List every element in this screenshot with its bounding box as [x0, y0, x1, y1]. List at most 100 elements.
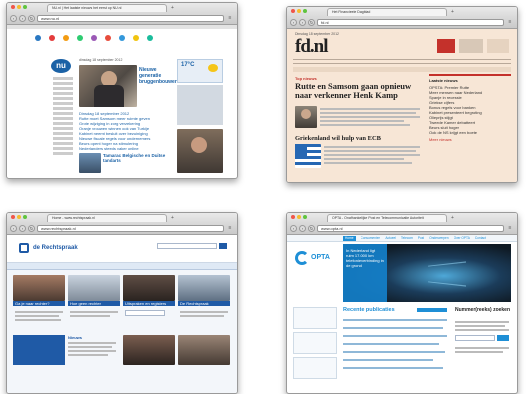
card[interactable]: De Rechtspraak — [178, 275, 230, 306]
number-search-input[interactable] — [455, 335, 495, 341]
section-nav[interactable] — [293, 59, 511, 64]
address-bar[interactable]: www.nu.nl — [37, 15, 224, 22]
page-content: de Rechtspraak Ga je naar rechter? Hoe g… — [7, 235, 237, 393]
story-headline[interactable]: Tamarac Belgische en Duitse tandarts — [103, 153, 175, 163]
hero-banner[interactable]: In Nederland ligt ruim 17.000 km telefon… — [343, 244, 511, 302]
main-nav[interactable] — [7, 263, 237, 270]
hero-photo[interactable] — [79, 65, 137, 107]
sub-nav[interactable] — [293, 67, 511, 72]
browser-tab[interactable]: OPTA - Onafhankelijke Post en Telecommun… — [327, 214, 447, 222]
sidebar-box[interactable] — [293, 332, 337, 354]
logo-mark-icon — [19, 243, 29, 253]
card[interactable]: Ga je naar rechter? — [13, 275, 65, 306]
new-tab-icon[interactable]: + — [451, 9, 454, 15]
sidebar-box[interactable] — [293, 357, 337, 379]
weather-widget: 17°C — [177, 59, 223, 83]
nav-item[interactable]: Onderwerpen — [429, 236, 448, 241]
new-tab-icon[interactable]: + — [451, 215, 454, 221]
wrench-icon[interactable]: ≡ — [226, 225, 234, 232]
greek-flag-photo[interactable] — [295, 144, 321, 168]
reload-icon[interactable]: ↻ — [28, 15, 35, 22]
sidebar-heading: Nummer(reeks) zoeken — [455, 307, 511, 313]
reload-icon[interactable]: ↻ — [308, 19, 315, 26]
latest-panel: Laatste nieuws OPSTA: Premier Rutte Meer… — [429, 74, 511, 142]
more-news-link[interactable]: Meer nieuws — [429, 137, 511, 142]
sidebar-box[interactable] — [293, 307, 337, 329]
rss-button[interactable] — [417, 308, 447, 312]
shortcut-icon[interactable] — [77, 35, 83, 41]
latest-item[interactable]: Ook de NS krijgt een boete — [429, 130, 511, 135]
address-bar[interactable]: www.opta.nl — [317, 225, 504, 232]
card[interactable]: Uitspraken en registers — [123, 275, 175, 306]
side-photo[interactable] — [177, 129, 223, 173]
site-logo[interactable]: de Rechtspraak — [33, 244, 78, 252]
search-button[interactable] — [219, 243, 227, 249]
address-bar[interactable]: www.rechtspraak.nl — [37, 225, 224, 232]
sub-headline[interactable]: Griekenland wil hulp van ECB — [295, 135, 423, 142]
search-input[interactable] — [157, 243, 217, 249]
reload-icon[interactable]: ↻ — [308, 225, 315, 232]
back-icon[interactable]: ‹ — [10, 225, 17, 232]
recent-heading: Recente publicaties — [343, 307, 395, 313]
main-headline[interactable]: Rutte en Samsom gaan opnieuw naar verken… — [295, 82, 423, 100]
hero-headline[interactable]: Nieuwe generatie bruggenbouwers — [139, 67, 180, 85]
search-button[interactable] — [497, 335, 509, 341]
shortcut-icon[interactable] — [105, 35, 111, 41]
nav-item[interactable]: Consumenten — [361, 236, 381, 241]
shortcut-icon[interactable] — [119, 35, 125, 41]
promo-ad[interactable] — [459, 39, 483, 53]
nav-item[interactable]: Telecom — [401, 236, 413, 241]
new-tab-icon[interactable]: + — [171, 215, 174, 221]
back-icon[interactable]: ‹ — [290, 19, 297, 26]
nav-item[interactable]: Actueel — [385, 236, 396, 241]
reload-icon[interactable]: ↻ — [28, 225, 35, 232]
shortcut-icon[interactable] — [91, 35, 97, 41]
forward-icon[interactable]: › — [19, 225, 26, 232]
browser-tab[interactable]: Home - www.rechtspraak.nl — [47, 214, 167, 222]
card[interactable]: Hoe geen rechter — [68, 275, 120, 306]
new-tab-icon[interactable]: + — [171, 5, 174, 11]
forward-icon[interactable]: › — [299, 225, 306, 232]
nav-item[interactable]: Contact — [475, 236, 486, 241]
wrench-icon[interactable]: ≡ — [226, 15, 234, 22]
wrench-icon[interactable]: ≡ — [506, 225, 514, 232]
select-field[interactable] — [125, 310, 165, 316]
promo-badge[interactable] — [437, 39, 455, 53]
promo-ad[interactable] — [487, 39, 509, 53]
page-content: Home Consumenten Actueel Telecom Post On… — [287, 235, 517, 393]
site-logo[interactable]: fd.nl — [295, 37, 328, 56]
site-logo[interactable]: OPTA — [295, 249, 331, 269]
back-icon[interactable]: ‹ — [290, 225, 297, 232]
card-title[interactable]: Hoe geen rechter — [68, 301, 120, 306]
nav-item[interactable]: Home — [343, 235, 356, 241]
news-photo[interactable] — [123, 335, 175, 365]
site-header: de Rechtspraak — [7, 235, 237, 263]
shortcut-icon[interactable] — [35, 35, 41, 41]
card-title[interactable]: Ga je naar rechter? — [13, 301, 65, 306]
headline-list: Dinsdag 18 september 2012 Rutte moet Sam… — [79, 111, 175, 151]
nav-item[interactable]: Over OPTA — [454, 236, 470, 241]
article-photo[interactable] — [295, 106, 317, 128]
nav-item[interactable]: Post — [418, 236, 424, 241]
wrench-icon[interactable]: ≡ — [506, 19, 514, 26]
story-photo[interactable] — [79, 153, 101, 173]
forward-icon[interactable]: › — [19, 15, 26, 22]
promo-block[interactable] — [13, 335, 65, 365]
shortcut-icon[interactable] — [147, 35, 153, 41]
shortcut-icon[interactable] — [133, 35, 139, 41]
card-title[interactable]: Uitspraken en registers — [123, 301, 175, 306]
side-ad[interactable] — [177, 85, 223, 125]
browser-tab[interactable]: Het Financieele Dagblad — [327, 8, 447, 16]
shortcut-icon[interactable] — [63, 35, 69, 41]
page-content: nu dinsdag 18 september 2012 Nieuwe gene… — [7, 25, 237, 178]
card-title[interactable]: De Rechtspraak — [178, 301, 230, 306]
address-bar[interactable]: fd.nl — [317, 19, 504, 26]
site-logo[interactable]: nu — [51, 59, 71, 73]
browser-tab[interactable]: NU.nl | Het laatste nieuws het eerst op … — [47, 4, 167, 12]
back-icon[interactable]: ‹ — [10, 15, 17, 22]
headline-item[interactable]: Nederlanders steeds vaker online — [79, 146, 175, 151]
forward-icon[interactable]: › — [299, 19, 306, 26]
shortcut-icon[interactable] — [49, 35, 55, 41]
page-date: dinsdag 18 september 2012 — [79, 58, 123, 62]
news-photo[interactable] — [178, 335, 230, 365]
